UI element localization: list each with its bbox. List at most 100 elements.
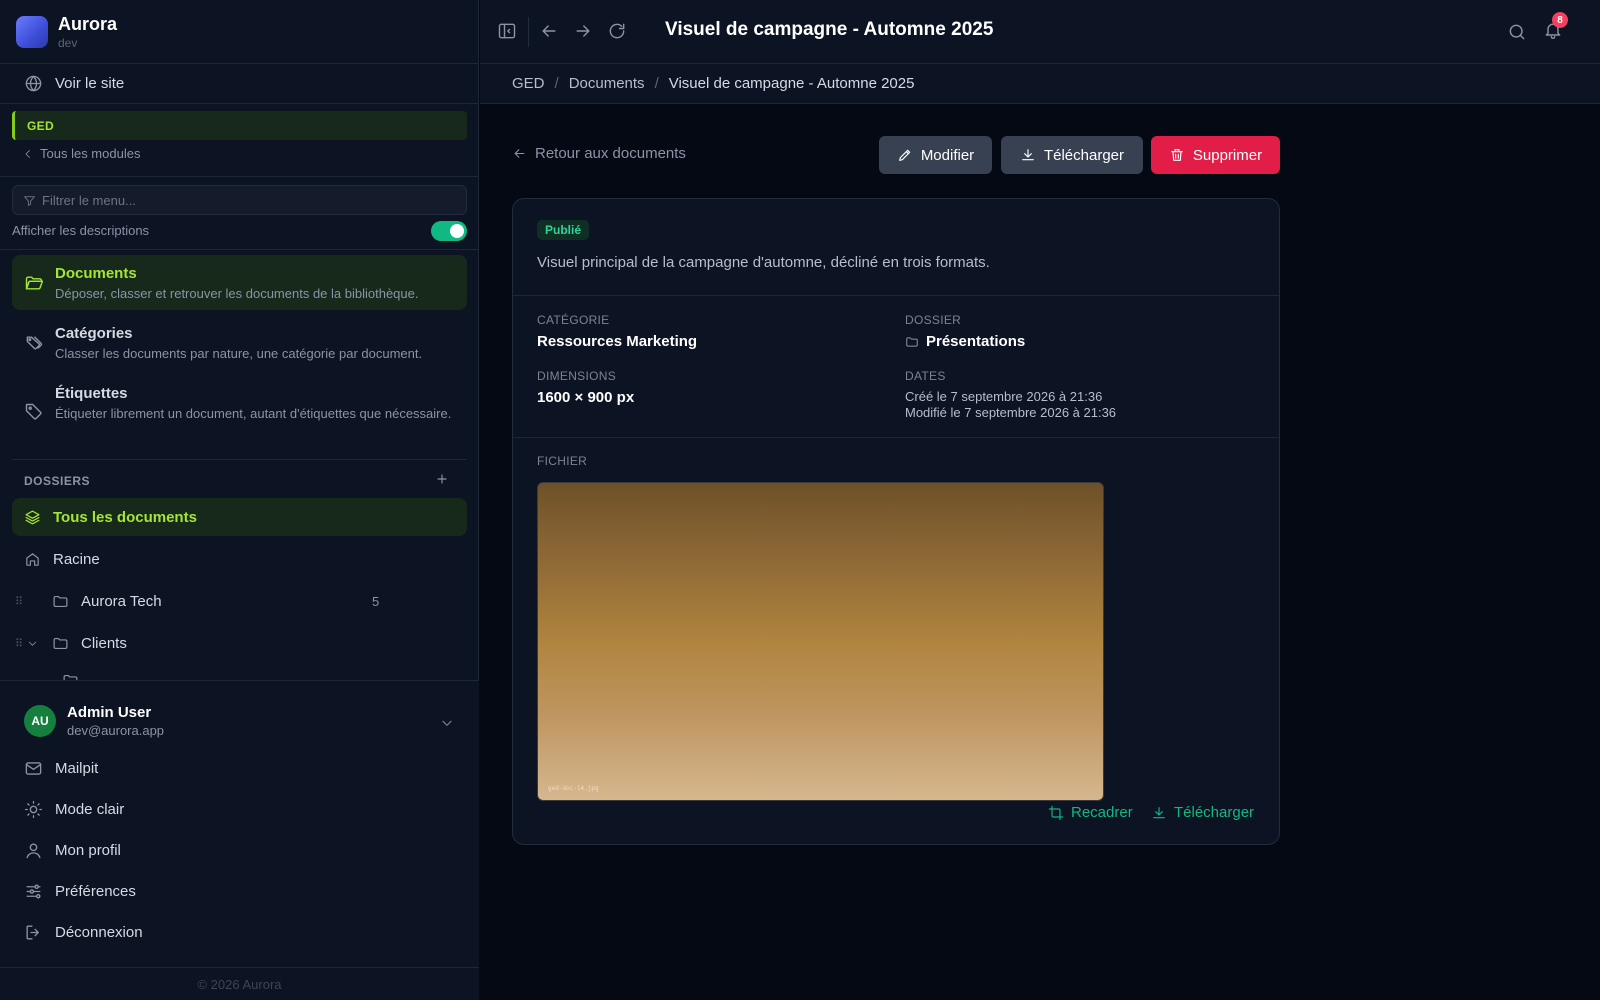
back-to-documents-link[interactable]: Retour aux documents xyxy=(512,145,686,162)
folder-icon xyxy=(63,674,78,680)
status-badge: Publié xyxy=(537,220,590,240)
brand-name: Aurora xyxy=(58,14,118,34)
sidebar-toggle-icon[interactable] xyxy=(497,21,517,41)
menu-logout[interactable]: Déconnexion xyxy=(0,912,479,952)
nav-item-tags[interactable]: Étiquettes Étiqueter librement un docume… xyxy=(12,375,467,449)
arrow-left-icon[interactable] xyxy=(539,21,559,41)
nav-item-documents[interactable]: Documents Déposer, classer et retrouver … xyxy=(12,255,467,310)
delete-button[interactable]: Supprimer xyxy=(1151,136,1280,174)
download-button[interactable]: Télécharger xyxy=(1001,136,1143,174)
folder-aurora-tech[interactable]: ⠿ Aurora Tech 5 xyxy=(12,582,467,620)
menu-preferences[interactable]: Préférences xyxy=(0,871,479,911)
dimensions-label: DIMENSIONS xyxy=(537,369,617,383)
back-label: Retour aux documents xyxy=(535,145,686,162)
breadcrumb-item-current: Visuel de campagne - Automne 2025 xyxy=(668,75,915,92)
folder-list-overflow xyxy=(0,662,479,680)
category-value[interactable]: Ressources Marketing xyxy=(537,333,697,350)
drag-handle[interactable]: ⠿ xyxy=(15,595,23,608)
crop-button[interactable]: Recadrer xyxy=(1048,804,1133,821)
avatar[interactable]: AU xyxy=(24,705,56,737)
folder-icon xyxy=(906,336,918,347)
arrow-right-icon[interactable] xyxy=(573,21,593,41)
breadcrumb-separator: / xyxy=(654,75,659,92)
folder-value[interactable]: Présentations xyxy=(905,333,1025,350)
folder-name: Présentations xyxy=(926,333,1026,350)
chevron-down-icon[interactable] xyxy=(440,716,454,730)
drag-handle[interactable]: ⠿ xyxy=(15,637,23,650)
download-icon xyxy=(1153,806,1165,818)
sliders-icon xyxy=(26,883,41,899)
folder-label: Tous les documents xyxy=(53,508,197,526)
nav-item-categories[interactable]: Catégories Classer les documents par nat… xyxy=(12,315,467,370)
folder-open-icon xyxy=(25,276,44,290)
breadcrumb-item-documents[interactable]: Documents xyxy=(569,75,645,92)
crop-icon xyxy=(1048,805,1064,820)
document-card: Publié Visuel principal de la campagne d… xyxy=(512,198,1280,845)
all-modules-link[interactable]: Tous les modules xyxy=(22,146,140,161)
breadcrumb-item-ged[interactable]: GED xyxy=(512,75,545,92)
nav-item-description: Classer les documents par nature, une ca… xyxy=(55,346,423,361)
download-icon xyxy=(1022,149,1034,161)
trash-icon xyxy=(1170,149,1183,161)
menu-label: Mailpit xyxy=(55,759,99,777)
brand-env: dev xyxy=(58,36,78,50)
download-label: Télécharger xyxy=(1043,146,1125,164)
menu-filter-input[interactable] xyxy=(42,192,462,208)
folder-root[interactable]: Racine xyxy=(12,540,467,578)
folder-clients[interactable]: ⠿ Clients xyxy=(12,624,467,662)
chevron-down-icon[interactable] xyxy=(27,638,38,649)
menu-label: Déconnexion xyxy=(55,923,143,941)
brand-header: Aurora dev xyxy=(0,0,479,64)
folder-label: Clients xyxy=(81,634,127,652)
menu-mailpit[interactable]: Mailpit xyxy=(0,748,479,788)
file-label: FICHIER xyxy=(537,454,588,468)
user-panel: AU Admin User dev@aurora.app Mailpit Mod… xyxy=(0,680,479,1000)
menu-light-mode[interactable]: Mode clair xyxy=(0,789,479,829)
nav-item-description: Étiqueter librement un document, autant … xyxy=(55,406,452,421)
pencil-icon xyxy=(898,149,911,161)
show-descriptions-toggle[interactable] xyxy=(431,221,467,241)
crop-label: Recadrer xyxy=(1071,804,1133,821)
preview-file-name: ged-doc-14.jpg xyxy=(548,785,599,792)
divider xyxy=(513,437,1279,438)
breadcrumb-separator: / xyxy=(554,75,559,92)
divider xyxy=(0,249,479,250)
user-email: dev@aurora.app xyxy=(67,723,165,738)
arrow-left-icon xyxy=(514,149,525,158)
image-preview[interactable]: ged-doc-14.jpg xyxy=(537,482,1104,801)
delete-label: Supprimer xyxy=(1192,146,1263,164)
home-icon xyxy=(26,552,39,566)
view-site-link[interactable]: Voir le site xyxy=(0,64,479,104)
dimensions-value: 1600 × 900 px xyxy=(537,389,635,406)
folder-icon xyxy=(53,595,68,607)
folder-all-documents[interactable]: Tous les documents xyxy=(12,498,467,536)
breadcrumb: GED / Documents / Visuel de campagne - A… xyxy=(480,64,1600,104)
search-icon[interactable] xyxy=(1507,22,1527,42)
file-download-label: Télécharger xyxy=(1174,804,1255,821)
brand-logo[interactable] xyxy=(16,16,48,48)
tag-icon xyxy=(25,403,42,420)
module-pill[interactable]: GED xyxy=(12,111,467,140)
menu-label: Mode clair xyxy=(55,800,125,818)
view-site-label: Voir le site xyxy=(55,75,125,92)
document-description: Visuel principal de la campagne d'automn… xyxy=(537,254,990,271)
menu-profile[interactable]: Mon profil xyxy=(0,830,479,870)
divider xyxy=(12,459,467,460)
created-date: Créé le 7 septembre 2026 à 21:36 xyxy=(905,389,1103,404)
refresh-icon[interactable] xyxy=(607,21,627,41)
file-download-button[interactable]: Télécharger xyxy=(1151,804,1254,821)
menu-filter xyxy=(12,185,467,215)
show-descriptions-label: Afficher les descriptions xyxy=(12,223,150,238)
copyright: © 2026 Aurora xyxy=(197,977,282,992)
edit-button[interactable]: Modifier xyxy=(879,136,992,174)
layers-icon xyxy=(25,510,40,524)
tags-icon xyxy=(26,336,43,350)
user-name: Admin User xyxy=(67,704,152,721)
user-icon xyxy=(26,842,41,858)
folder-icon xyxy=(53,637,68,649)
folder-label: DOSSIER xyxy=(905,313,962,327)
modified-date: Modifié le 7 septembre 2026 à 21:36 xyxy=(905,405,1117,420)
add-folder-icon[interactable] xyxy=(434,471,450,487)
notification-badge: 8 xyxy=(1552,12,1568,28)
logout-icon xyxy=(26,924,39,940)
